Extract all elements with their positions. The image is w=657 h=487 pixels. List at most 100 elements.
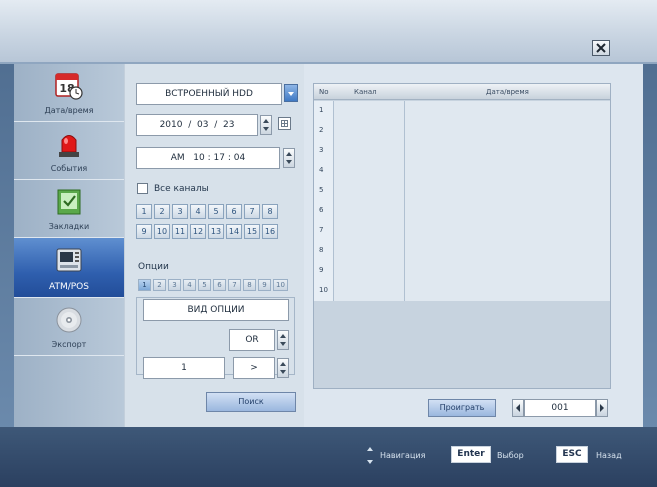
- chevron-down-icon[interactable]: [284, 84, 298, 102]
- comparator-field[interactable]: >: [233, 357, 275, 379]
- source-select-value: ВСТРОЕННЫЙ HDD: [165, 89, 253, 99]
- table-row[interactable]: 5: [314, 181, 610, 201]
- time-hour: 10: [193, 153, 205, 163]
- row-number: 1: [314, 101, 334, 121]
- row-number: 10: [314, 281, 334, 301]
- row-channel: [334, 161, 405, 181]
- calendar-icon[interactable]: [278, 117, 291, 130]
- table-row[interactable]: 4: [314, 161, 610, 181]
- option-button[interactable]: 6: [213, 279, 226, 291]
- sidebar-item-events[interactable]: События: [14, 122, 124, 180]
- row-number: 6: [314, 201, 334, 221]
- date-spinner[interactable]: [260, 115, 272, 135]
- option-button[interactable]: 10: [273, 279, 288, 291]
- date-day: 23: [222, 120, 235, 130]
- option-type-value: ВИД ОПЦИИ: [187, 305, 245, 315]
- option-button[interactable]: 8: [243, 279, 256, 291]
- channel-button[interactable]: 6: [226, 204, 242, 219]
- option-button[interactable]: 4: [183, 279, 196, 291]
- close-button[interactable]: [592, 40, 610, 56]
- row-datetime: [405, 221, 610, 241]
- navigation-arrows-icon: [367, 447, 375, 465]
- channel-button[interactable]: 7: [244, 204, 260, 219]
- option-button[interactable]: 3: [168, 279, 181, 291]
- row-datetime: [405, 101, 610, 121]
- channel-button[interactable]: 5: [208, 204, 224, 219]
- row-number: 5: [314, 181, 334, 201]
- page-prev-button[interactable]: [512, 399, 524, 417]
- option-button[interactable]: 2: [153, 279, 166, 291]
- channel-button[interactable]: 2: [154, 204, 170, 219]
- row-channel: [334, 181, 405, 201]
- table-row[interactable]: 7: [314, 221, 610, 241]
- table-row[interactable]: 2: [314, 121, 610, 141]
- sidebar-item-atm-pos[interactable]: ATM/POS: [14, 238, 124, 298]
- comparator-spinner[interactable]: [277, 358, 289, 378]
- channel-button[interactable]: 8: [262, 204, 278, 219]
- operator-spinner[interactable]: [277, 330, 289, 350]
- search-button[interactable]: Поиск: [206, 392, 296, 412]
- row-channel: [334, 261, 405, 281]
- table-row[interactable]: 6: [314, 201, 610, 221]
- sidebar-item-label: Экспорт: [51, 340, 87, 349]
- sidebar-item-bookmarks[interactable]: Закладки: [14, 180, 124, 238]
- channel-button[interactable]: 14: [226, 224, 242, 239]
- time-spinner[interactable]: [283, 148, 295, 168]
- results-table: No Канал Дата/время 1 2 3 4 5 6 7 8 9 10: [313, 83, 611, 389]
- row-number: 8: [314, 241, 334, 261]
- nav-hint-label: Навигация: [380, 451, 426, 460]
- table-row[interactable]: 3: [314, 141, 610, 161]
- play-button[interactable]: Проиграть: [428, 399, 496, 417]
- channel-button[interactable]: 9: [136, 224, 152, 239]
- row-channel: [334, 101, 405, 121]
- date-field[interactable]: 2010 / 03 / 23: [136, 114, 258, 136]
- source-select[interactable]: ВСТРОЕННЫЙ HDD: [136, 83, 282, 105]
- sidebar-item-export[interactable]: Экспорт: [14, 298, 124, 356]
- screen: 18 Дата/время События Закладки ATM/POS Э…: [0, 0, 657, 487]
- condition-value-field[interactable]: 1: [143, 357, 225, 379]
- enter-hint-label: Выбор: [497, 451, 524, 460]
- option-type-field[interactable]: ВИД ОПЦИИ: [143, 299, 289, 321]
- channel-button[interactable]: 1: [136, 204, 152, 219]
- option-button[interactable]: 5: [198, 279, 211, 291]
- channel-button[interactable]: 4: [190, 204, 206, 219]
- time-sec: 04: [233, 153, 246, 163]
- operator-field[interactable]: OR: [229, 329, 275, 351]
- all-channels-checkbox[interactable]: [137, 183, 148, 194]
- operator-value: OR: [245, 335, 259, 345]
- table-row[interactable]: 9: [314, 261, 610, 281]
- time-min: 17: [213, 153, 225, 163]
- enter-key[interactable]: Enter: [451, 446, 491, 463]
- time-sep: :: [207, 153, 211, 163]
- channel-button[interactable]: 16: [262, 224, 278, 239]
- sidebar-item-label: Дата/время: [44, 106, 94, 115]
- row-channel: [334, 221, 405, 241]
- chevron-left-icon: [516, 404, 520, 412]
- table-row[interactable]: 10: [314, 281, 610, 301]
- column-header-datetime: Дата/время: [486, 88, 529, 96]
- row-channel: [334, 201, 405, 221]
- channel-button[interactable]: 11: [172, 224, 188, 239]
- channel-button[interactable]: 3: [172, 204, 188, 219]
- title-bar: [0, 0, 657, 64]
- row-channel: [334, 241, 405, 261]
- time-field[interactable]: AM 10 : 17 : 04: [136, 147, 280, 169]
- page-next-button[interactable]: [596, 399, 608, 417]
- row-number: 3: [314, 141, 334, 161]
- option-button[interactable]: 9: [258, 279, 271, 291]
- channel-button[interactable]: 13: [208, 224, 224, 239]
- esc-key[interactable]: ESC: [556, 446, 588, 463]
- channel-button[interactable]: 12: [190, 224, 206, 239]
- page-field[interactable]: 001: [524, 399, 596, 417]
- channel-button[interactable]: 10: [154, 224, 170, 239]
- table-row[interactable]: 1: [314, 101, 610, 121]
- date-sep: /: [188, 120, 192, 130]
- option-button[interactable]: 7: [228, 279, 241, 291]
- channel-button[interactable]: 15: [244, 224, 260, 239]
- option-button[interactable]: 1: [138, 279, 151, 291]
- row-datetime: [405, 201, 610, 221]
- row-number: 4: [314, 161, 334, 181]
- close-icon: [596, 43, 606, 53]
- table-row[interactable]: 8: [314, 241, 610, 261]
- sidebar-item-datetime[interactable]: 18 Дата/время: [14, 64, 124, 122]
